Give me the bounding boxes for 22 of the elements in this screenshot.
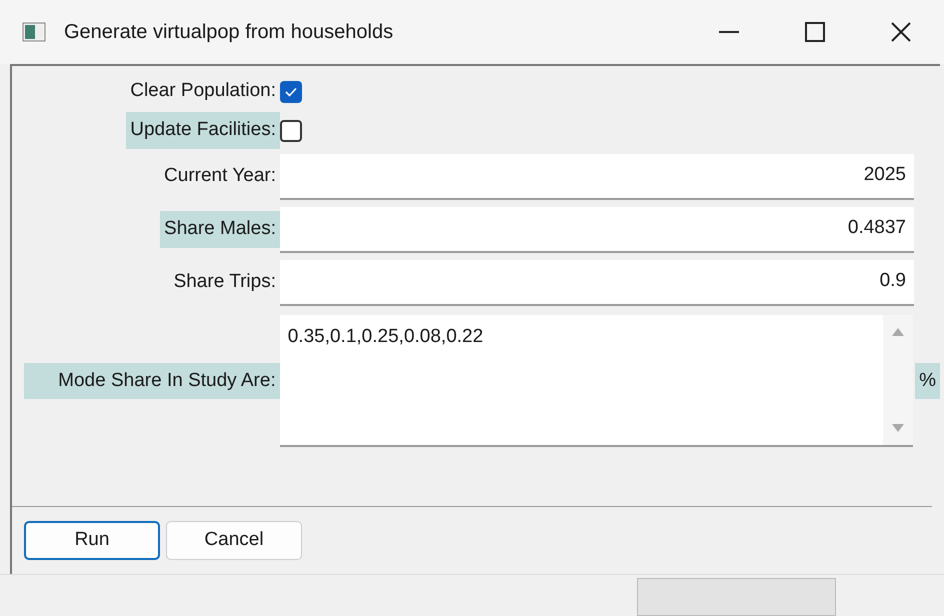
close-icon [891, 22, 911, 42]
app-icon [22, 22, 46, 42]
dialog-button[interactable]: Cancel [166, 521, 302, 560]
field-label: Clear Population: [129, 79, 277, 104]
field-label: Update Facilities: [126, 112, 280, 149]
field-label: Mode Share In Study Are: [24, 362, 280, 400]
minimize-icon [719, 31, 739, 33]
text-area[interactable]: 0.35,0.1,0.25,0.08,0.22 [280, 315, 914, 447]
window-title: Generate virtualpop from households [64, 20, 394, 45]
field-label: Share Males: [160, 211, 280, 248]
input-field[interactable]: 0.9 [280, 260, 914, 306]
field-label: Share Trips: [172, 270, 277, 294]
field-label: Current Year: [163, 164, 277, 188]
scroll-up-icon[interactable] [891, 327, 906, 337]
input-field[interactable]: 0.4837 [280, 206, 914, 252]
maximize-icon [805, 22, 825, 42]
dialog-button[interactable]: Run [24, 521, 160, 560]
unit-label: % [915, 362, 940, 400]
scroll-down-icon[interactable] [891, 423, 906, 433]
checkbox[interactable] [280, 120, 302, 142]
input-field[interactable]: 2025 [280, 154, 914, 200]
checkbox[interactable] [280, 80, 302, 102]
